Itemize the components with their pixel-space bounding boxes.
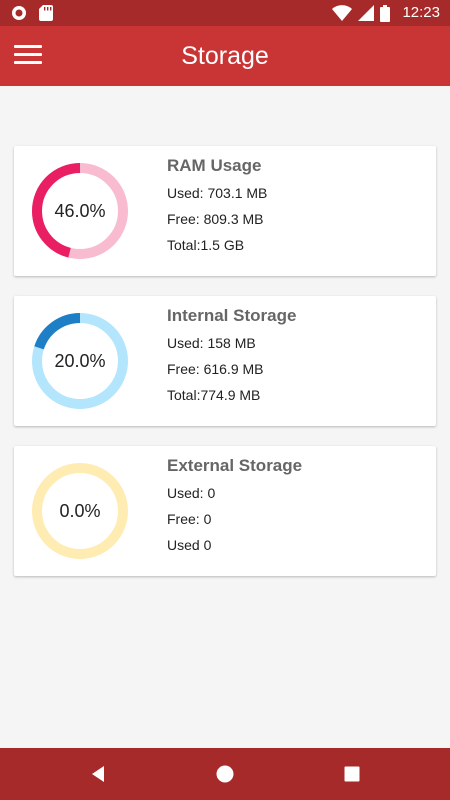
total-value: Total:774.9 MB [167,387,261,403]
ram-usage-percent: 46.0% [54,201,106,221]
app-bar: Storage [0,26,450,86]
signal-icon [358,5,375,21]
status-time: 12:23 [402,4,440,21]
ram-usage-card: 46.0% RAM Usage Used: 703.1 MB Free: 809… [14,146,436,276]
notification-circle-icon [12,6,26,20]
free-value: Free: 0 [167,511,212,527]
back-icon[interactable] [88,764,108,784]
ram-usage-info: RAM Usage Used: 703.1 MB Free: 809.3 MB … [167,156,267,262]
navigation-bar [0,748,450,800]
internal-storage-info: Internal Storage Used: 158 MB Free: 616.… [167,306,296,412]
hamburger-menu-icon[interactable] [14,42,46,70]
wifi-icon [332,5,353,21]
free-value: Free: 616.9 MB [167,361,264,377]
battery-icon [380,4,391,22]
internal-storage-percent: 20.0% [54,351,106,371]
page-title: Storage [181,42,269,70]
total-value: Used 0 [167,537,212,553]
card-title: Internal Storage [167,306,297,325]
used-value: Used: 158 MB [167,335,256,351]
used-value: Used: 703.1 MB [167,185,268,201]
total-value: Total:1.5 GB [167,237,245,253]
status-bar: 12:23 [0,0,450,26]
card-title: RAM Usage [167,156,262,175]
card-title: External Storage [167,456,303,475]
external-storage-card: 0.0% External Storage Used: 0 Free: 0 Us… [14,446,436,576]
home-icon[interactable] [215,764,235,784]
external-storage-percent: 0.0% [59,501,101,521]
free-value: Free: 809.3 MB [167,211,264,227]
sd-card-icon [39,5,53,21]
internal-storage-card: 20.0% Internal Storage Used: 158 MB Free… [14,296,436,426]
recents-icon[interactable] [342,764,362,784]
external-storage-info: External Storage Used: 0 Free: 0 Used 0 [167,456,302,562]
used-value: Used: 0 [167,485,216,501]
